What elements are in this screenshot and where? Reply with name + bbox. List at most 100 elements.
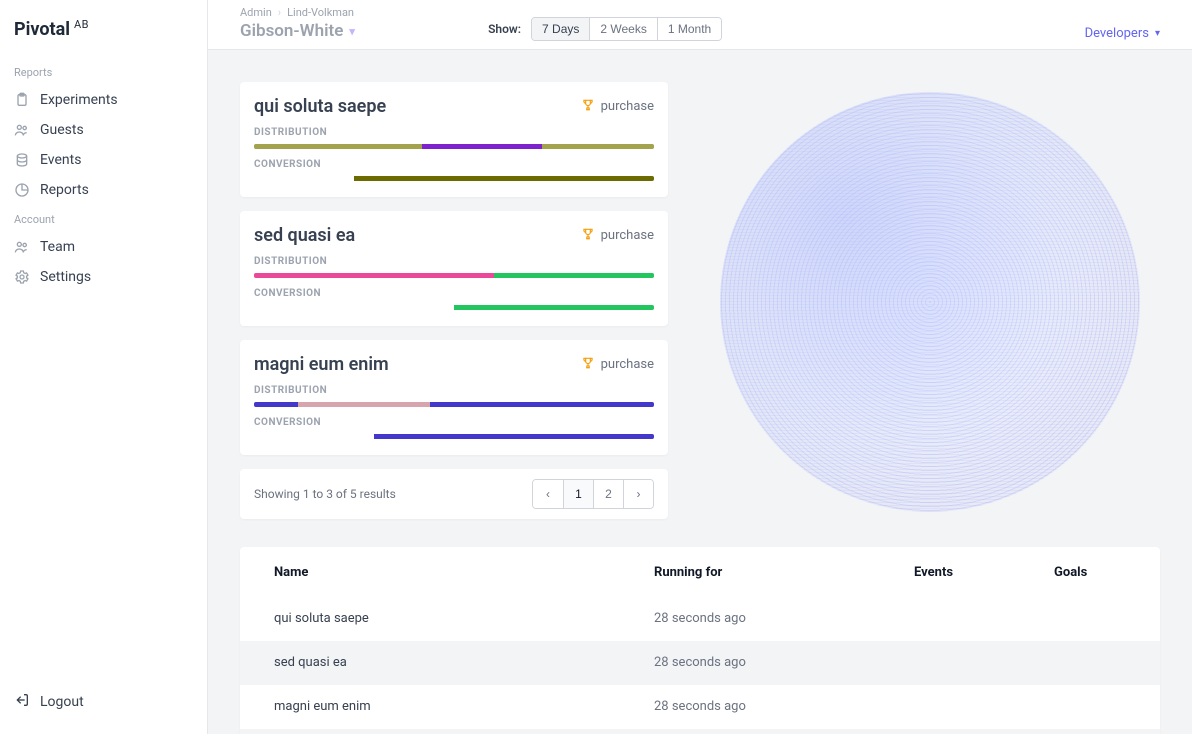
experiment-card[interactable]: qui soluta saepe purchase DISTRIBUTION C… xyxy=(240,82,668,197)
conversion-label: CONVERSION xyxy=(254,159,654,170)
pagination-prev[interactable]: ‹ xyxy=(533,480,563,508)
trophy-icon xyxy=(581,98,595,116)
topbar: Admin › Lind-Volkman Gibson-White ▾ Show… xyxy=(208,0,1192,50)
breadcrumb-item[interactable]: Admin xyxy=(240,6,272,19)
distribution-label: DISTRIBUTION xyxy=(254,127,654,138)
cell-goals xyxy=(1020,685,1160,729)
cell-goals xyxy=(1020,597,1160,641)
caret-down-icon: ▾ xyxy=(1155,28,1160,39)
gear-icon xyxy=(14,269,30,285)
segmented-control: 7 Days 2 Weeks 1 Month xyxy=(531,17,722,41)
sidebar-item-settings[interactable]: Settings xyxy=(0,262,207,292)
table-row[interactable]: sed quasi ea 28 seconds ago xyxy=(240,641,1160,685)
conversion-bar xyxy=(254,434,654,439)
breadcrumb-item[interactable]: Lind-Volkman xyxy=(287,6,354,19)
pagination-page-2[interactable]: 2 xyxy=(593,480,623,508)
experiment-card[interactable]: magni eum enim purchase DISTRIBUTION CON… xyxy=(240,340,668,455)
cell-name: quia libero sed xyxy=(240,729,620,734)
goal-label: purchase xyxy=(601,357,654,372)
column-name: Name xyxy=(240,547,620,597)
range-2weeks[interactable]: 2 Weeks xyxy=(589,18,656,40)
table-row[interactable]: magni eum enim 28 seconds ago xyxy=(240,685,1160,729)
conversion-bar xyxy=(254,176,654,181)
sidebar: Pivotal AB Reports Experiments Guests Eve… xyxy=(0,0,208,734)
sidebar-item-label: Guests xyxy=(40,122,84,138)
table-header-row: Name Running for Events Goals xyxy=(240,547,1160,597)
experiment-card[interactable]: sed quasi ea purchase DISTRIBUTION CONVE… xyxy=(240,211,668,326)
users-icon xyxy=(14,122,30,138)
brand-name: Pivotal xyxy=(14,19,70,40)
sidebar-item-guests[interactable]: Guests xyxy=(0,115,207,145)
distribution-bar xyxy=(254,402,654,407)
cell-running: 28 seconds ago xyxy=(620,729,880,734)
distribution-label: DISTRIBUTION xyxy=(254,256,654,267)
sidebar-item-label: Reports xyxy=(40,182,89,198)
database-icon xyxy=(14,152,30,168)
page-title-dropdown[interactable]: Gibson-White ▾ xyxy=(240,21,355,41)
column-goals: Goals xyxy=(1020,547,1160,597)
sidebar-item-reports[interactable]: Reports xyxy=(0,175,207,205)
pagination: ‹ 1 2 › xyxy=(532,479,654,509)
cell-running: 28 seconds ago xyxy=(620,641,880,685)
cell-name: sed quasi ea xyxy=(240,641,620,685)
distribution-bar xyxy=(254,144,654,149)
cell-goals xyxy=(1020,729,1160,734)
sidebar-item-label: Settings xyxy=(40,269,91,285)
range-7days[interactable]: 7 Days xyxy=(532,18,589,40)
globe-visualization xyxy=(700,82,1160,512)
sidebar-item-events[interactable]: Events xyxy=(0,145,207,175)
caret-down-icon: ▾ xyxy=(349,25,355,38)
experiment-title: sed quasi ea xyxy=(254,225,355,246)
main: Admin › Lind-Volkman Gibson-White ▾ Show… xyxy=(208,0,1192,734)
table-row[interactable]: quia libero sed 28 seconds ago xyxy=(240,729,1160,734)
cell-events xyxy=(880,729,1020,734)
cell-events xyxy=(880,685,1020,729)
breadcrumb: Admin › Lind-Volkman xyxy=(240,6,355,19)
cell-running: 28 seconds ago xyxy=(620,597,880,641)
pagination-next[interactable]: › xyxy=(623,480,653,508)
experiment-cards: qui soluta saepe purchase DISTRIBUTION C… xyxy=(240,82,668,519)
page-title: Gibson-White xyxy=(240,21,343,41)
pagination-page-1[interactable]: 1 xyxy=(563,480,593,508)
range-selector: Show: 7 Days 2 Weeks 1 Month xyxy=(488,17,722,41)
cell-events xyxy=(880,641,1020,685)
range-1month[interactable]: 1 Month xyxy=(657,18,721,40)
brand-suffix: AB xyxy=(74,18,89,31)
sidebar-item-team[interactable]: Team xyxy=(0,232,207,262)
show-label: Show: xyxy=(488,22,521,36)
sidebar-item-experiments[interactable]: Experiments xyxy=(0,85,207,115)
cell-goals xyxy=(1020,641,1160,685)
users-icon xyxy=(14,239,30,255)
logout-label: Logout xyxy=(40,694,84,710)
clipboard-icon xyxy=(14,92,30,108)
goal-label: purchase xyxy=(601,228,654,243)
conversion-bar xyxy=(254,305,654,310)
content: qui soluta saepe purchase DISTRIBUTION C… xyxy=(208,50,1192,734)
cell-name: magni eum enim xyxy=(240,685,620,729)
experiments-table: Name Running for Events Goals qui soluta… xyxy=(240,547,1160,734)
distribution-label: DISTRIBUTION xyxy=(254,385,654,396)
chevron-right-icon: › xyxy=(278,6,281,19)
developers-label: Developers xyxy=(1085,26,1149,41)
cell-running: 28 seconds ago xyxy=(620,685,880,729)
conversion-label: CONVERSION xyxy=(254,288,654,299)
goal-label: purchase xyxy=(601,99,654,114)
distribution-bar xyxy=(254,273,654,278)
goal-pill: purchase xyxy=(581,98,654,116)
logout-button[interactable]: Logout xyxy=(0,681,207,722)
logout-icon xyxy=(14,692,30,712)
nav-group-label-account: Account xyxy=(0,205,207,232)
nav-group-label-reports: Reports xyxy=(0,58,207,85)
experiment-title: qui soluta saepe xyxy=(254,96,386,117)
experiment-title: magni eum enim xyxy=(254,354,389,375)
developers-dropdown[interactable]: Developers ▾ xyxy=(1085,26,1160,41)
globe-icon xyxy=(720,92,1140,512)
cell-name: qui soluta saepe xyxy=(240,597,620,641)
table-row[interactable]: qui soluta saepe 28 seconds ago xyxy=(240,597,1160,641)
pagination-summary: Showing 1 to 3 of 5 results xyxy=(254,487,396,501)
chart-icon xyxy=(14,182,30,198)
sidebar-item-label: Experiments xyxy=(40,92,118,108)
brand-logo: Pivotal AB xyxy=(0,18,207,58)
sidebar-item-label: Team xyxy=(40,239,75,255)
trophy-icon xyxy=(581,227,595,245)
